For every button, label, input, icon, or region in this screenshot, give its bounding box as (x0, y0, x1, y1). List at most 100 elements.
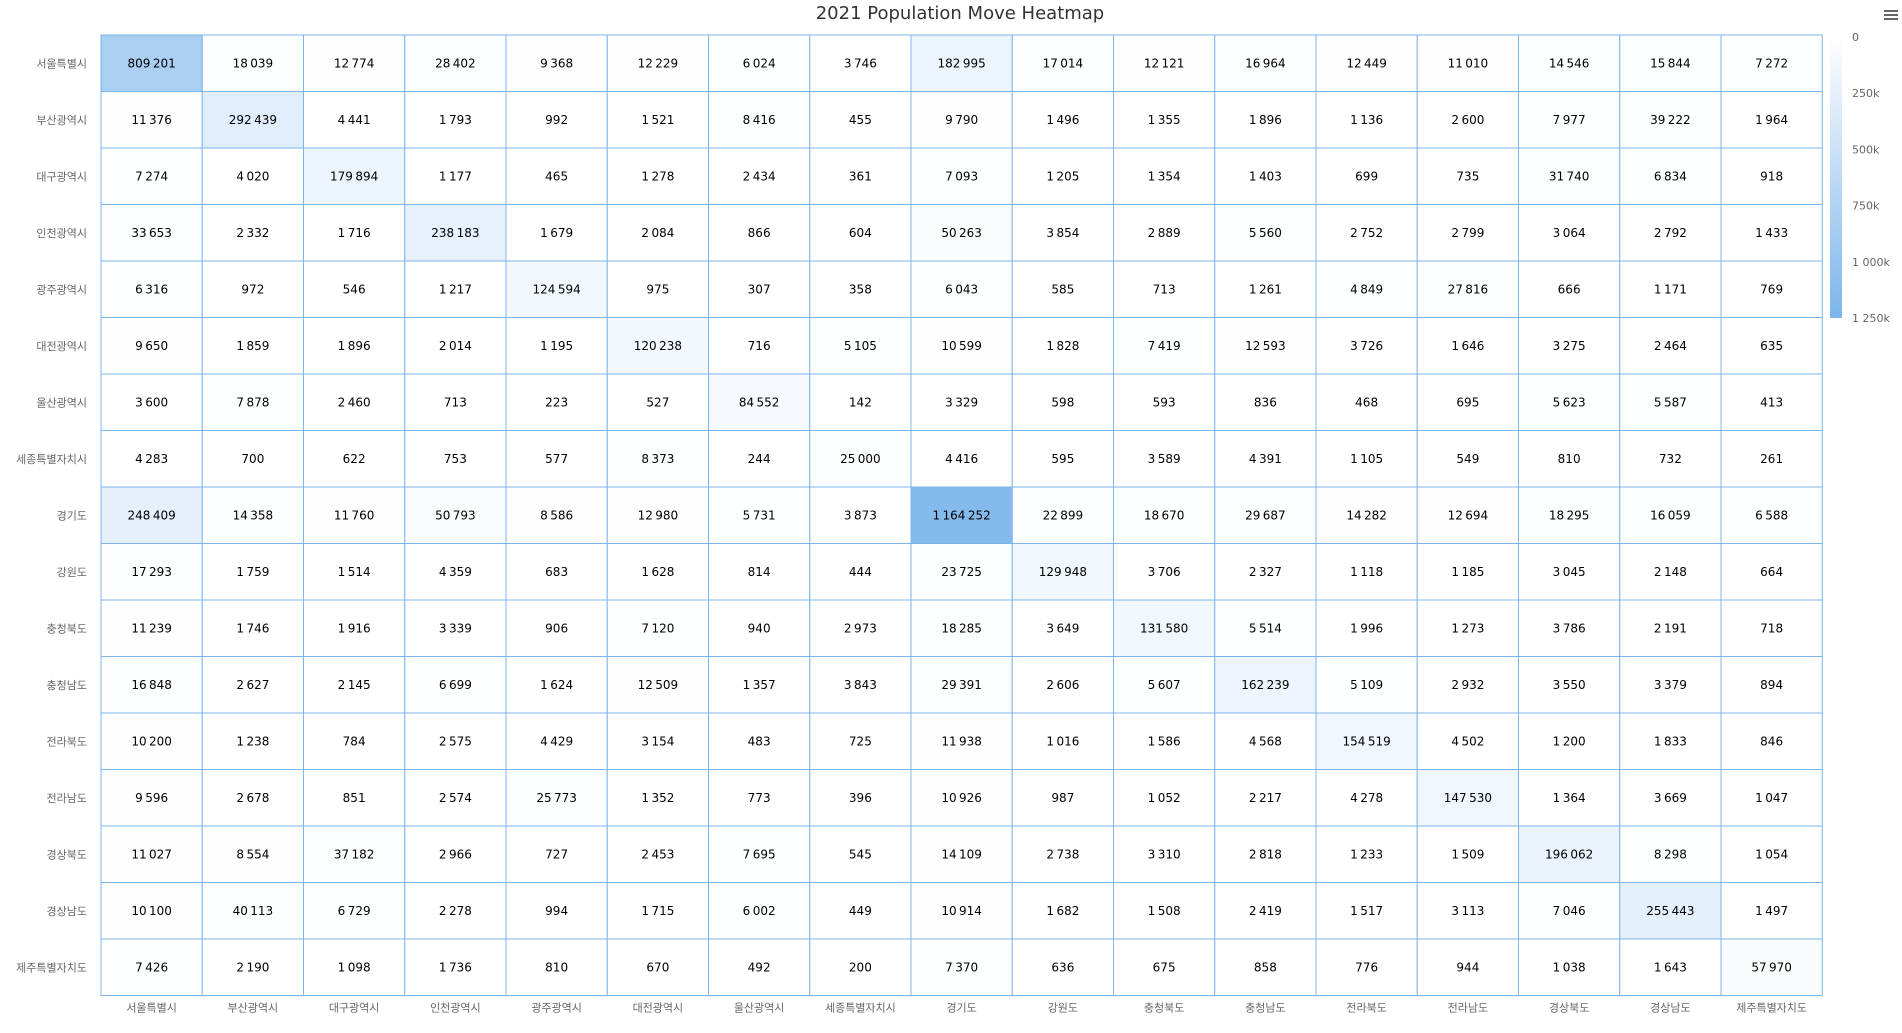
heatmap-chart: 2021 Population Move Heatmap 809 201 18 0… (16, 3, 1890, 1015)
cell-value-label: 2 278 (439, 904, 472, 918)
cell-value-label: 196 062 (1545, 847, 1593, 861)
x-axis-tick-label: 충청남도 (1245, 1002, 1285, 1015)
cell-value-label: 992 (545, 113, 568, 127)
cell-value-label: 851 (343, 791, 366, 805)
y-axis-labels: 서울특별시부산광역시대구광역시인천광역시광주광역시대전광역시울산광역시세종특별자… (16, 57, 87, 974)
cell-value-label: 3 379 (1654, 678, 1687, 692)
x-axis-tick-label: 울산광역시 (734, 1002, 785, 1015)
cell-value-label: 695 (1456, 395, 1479, 409)
x-axis-tick-label: 경기도 (946, 1002, 976, 1015)
cell-value-label: 3 154 (641, 734, 674, 748)
x-axis-tick-label: 세종특별자치시 (825, 1002, 896, 1015)
cell-value-label: 12 229 (638, 56, 679, 70)
cell-value-label: 1 273 (1451, 621, 1484, 635)
cell-value-label: 2 792 (1654, 226, 1687, 240)
y-axis-tick-label: 부산광역시 (36, 114, 87, 127)
cell-value-label: 12 449 (1346, 56, 1387, 70)
cell-value-label: 593 (1153, 395, 1176, 409)
cell-value-label: 396 (849, 791, 872, 805)
cell-value-label: 7 093 (945, 169, 978, 183)
chart-menu-icon[interactable] (1884, 8, 1898, 22)
cell-value-label: 1 136 (1350, 113, 1383, 127)
cell-value-label: 248 409 (128, 508, 176, 522)
cell-value-label: 3 843 (844, 678, 877, 692)
cell-value-label: 10 914 (941, 904, 982, 918)
cell-value-label: 1 355 (1148, 113, 1181, 127)
cell-value-label: 449 (849, 904, 872, 918)
cell-value-label: 7 419 (1148, 339, 1181, 353)
cell-value-label: 1 859 (236, 339, 269, 353)
cell-value-label: 12 509 (638, 678, 679, 692)
cell-value-label: 3 854 (1046, 226, 1079, 240)
cell-value-label: 1 016 (1046, 734, 1079, 748)
cell-value-label: 4 568 (1249, 734, 1282, 748)
cell-value-label: 994 (545, 904, 568, 918)
cell-value-label: 84 552 (739, 395, 780, 409)
cell-value-label: 28 402 (435, 56, 476, 70)
cell-value-label: 3 113 (1451, 904, 1484, 918)
cell-value-label: 1 624 (540, 678, 573, 692)
cell-value-label: 162 239 (1241, 678, 1289, 692)
x-axis-tick-label: 전라북도 (1346, 1002, 1386, 1015)
cell-value-label: 14 546 (1549, 56, 1590, 70)
cell-value-label: 1 357 (743, 678, 776, 692)
cell-value-label: 18 295 (1549, 508, 1590, 522)
cell-value-label: 6 002 (743, 904, 776, 918)
cell-value-label: 2 014 (439, 339, 472, 353)
cell-value-label: 50 263 (941, 226, 982, 240)
cell-value-label: 713 (1153, 282, 1176, 296)
cell-value-label: 22 899 (1043, 508, 1084, 522)
cell-value-label: 784 (343, 734, 366, 748)
cell-value-label: 2 799 (1451, 226, 1484, 240)
y-axis-tick-label: 전라남도 (47, 792, 87, 805)
cell-value-label: 142 (849, 395, 872, 409)
cell-value-label: 4 429 (540, 734, 573, 748)
cell-value-label: 3 339 (439, 621, 472, 635)
cell-value-label: 4 283 (135, 452, 168, 466)
cell-value-label: 666 (1558, 282, 1581, 296)
cell-value-label: 292 439 (229, 113, 277, 127)
cell-value-label: 483 (748, 734, 771, 748)
cell-value-label: 1 364 (1553, 791, 1586, 805)
cell-value-label: 18 039 (233, 56, 274, 70)
cell-value-label: 11 760 (334, 508, 375, 522)
cell-value-label: 858 (1254, 960, 1277, 974)
cell-value-label: 9 368 (540, 56, 573, 70)
cell-value-label: 577 (545, 452, 568, 466)
cell-value-label: 255 443 (1646, 904, 1694, 918)
cell-value-label: 2 606 (1046, 678, 1079, 692)
cell-value-label: 1 038 (1553, 960, 1586, 974)
cell-value-label: 4 416 (945, 452, 978, 466)
cell-value-label: 2 148 (1654, 565, 1687, 579)
legend-tick-label: 500k (1852, 143, 1880, 156)
cell-value-label: 1 586 (1148, 734, 1181, 748)
cell-value-label: 10 926 (941, 791, 982, 805)
cell-value-label: 940 (748, 621, 771, 635)
cell-value-label: 2 574 (439, 791, 472, 805)
cell-value-label: 2 600 (1451, 113, 1484, 127)
cell-value-label: 2 332 (236, 226, 269, 240)
cell-value-label: 1 793 (439, 113, 472, 127)
chart-title: 2021 Population Move Heatmap (816, 3, 1105, 24)
cell-value-label: 5 623 (1553, 395, 1586, 409)
cell-value-label: 595 (1051, 452, 1074, 466)
cell-value-label: 906 (545, 621, 568, 635)
cell-value-label: 1 509 (1451, 847, 1484, 861)
cell-value-label: 14 358 (233, 508, 274, 522)
cell-value-label: 735 (1456, 169, 1479, 183)
cell-value-label: 1 354 (1148, 169, 1181, 183)
cell-value-label: 1 171 (1654, 282, 1687, 296)
cell-value-label: 182 995 (938, 56, 986, 70)
cell-value-label: 2 453 (641, 847, 674, 861)
cell-value-label: 2 678 (236, 791, 269, 805)
cell-value-label: 2 434 (743, 169, 776, 183)
x-axis-tick-label: 경상남도 (1650, 1002, 1690, 1015)
cell-value-label: 635 (1760, 339, 1783, 353)
legend-tick-label: 1 000k (1852, 256, 1890, 269)
cell-value-label: 1 916 (338, 621, 371, 635)
cell-value-label: 549 (1456, 452, 1479, 466)
cell-value-label: 1 200 (1553, 734, 1586, 748)
cell-value-label: 1 736 (439, 960, 472, 974)
cell-value-label: 8 298 (1654, 847, 1687, 861)
heatmap-cells: 809 201 18 039 12 774 28 402 9 368 12 229 6 02… (100, 34, 1823, 996)
